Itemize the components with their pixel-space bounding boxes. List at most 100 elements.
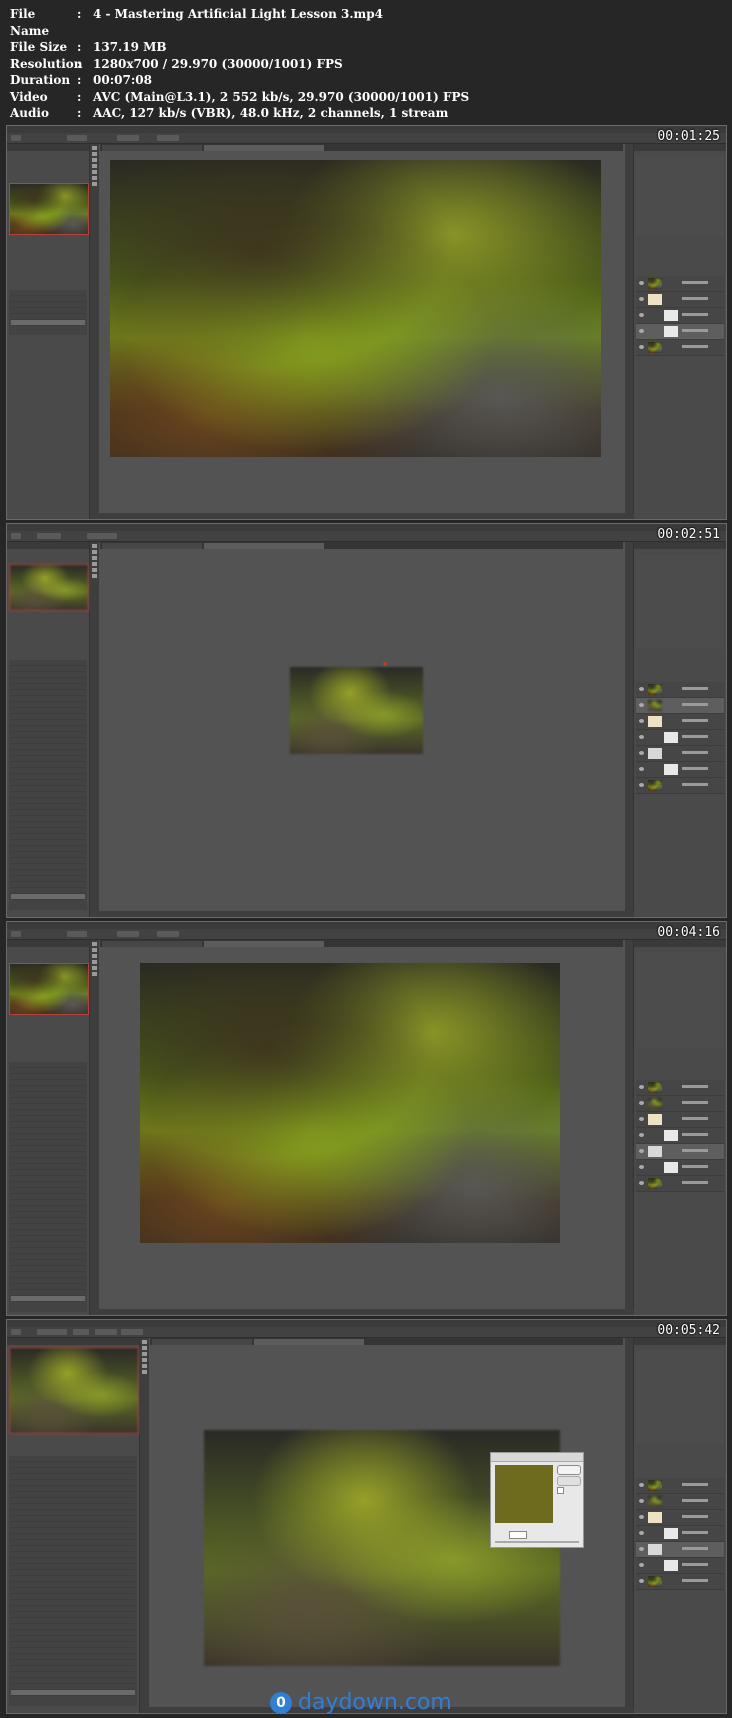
visibility-eye-icon[interactable] (639, 329, 644, 333)
layer-row[interactable] (636, 1558, 724, 1574)
panel-tabs[interactable] (7, 1338, 139, 1345)
eraser-tool-icon[interactable] (92, 568, 97, 572)
eraser-tool-icon[interactable] (142, 1364, 147, 1368)
lasso-tool-icon[interactable] (92, 556, 97, 560)
visibility-eye-icon[interactable] (639, 1181, 644, 1185)
mode-select[interactable] (67, 931, 87, 937)
tool-preset-button[interactable] (11, 931, 21, 937)
zoom-tool-icon[interactable] (142, 1370, 147, 1374)
visibility-eye-icon[interactable] (639, 1101, 644, 1105)
layer-row[interactable] (636, 778, 724, 794)
tool-preset-button[interactable] (11, 135, 21, 141)
document-image[interactable] (140, 963, 560, 1243)
visibility-eye-icon[interactable] (639, 1117, 644, 1121)
layer-row[interactable] (636, 1112, 724, 1128)
visibility-eye-icon[interactable] (639, 345, 644, 349)
zoom-tool-icon[interactable] (92, 182, 97, 186)
document-image[interactable] (290, 667, 423, 754)
navigator-thumbnail[interactable] (9, 564, 89, 611)
visibility-eye-icon[interactable] (639, 1515, 644, 1519)
layer-row-selected[interactable] (636, 698, 724, 714)
layer-row[interactable] (636, 1176, 724, 1192)
layer-row[interactable] (636, 762, 724, 778)
document-tab-active[interactable] (204, 941, 324, 947)
properties-tab[interactable] (634, 940, 726, 947)
marquee-tool-icon[interactable] (142, 1346, 147, 1350)
history-list[interactable] (9, 660, 87, 910)
visibility-eye-icon[interactable] (639, 1563, 644, 1567)
visibility-eye-icon[interactable] (639, 687, 644, 691)
canvas-area[interactable] (100, 550, 623, 911)
history-list[interactable] (9, 290, 87, 335)
menu-bar[interactable] (7, 524, 726, 531)
layer-row-selected[interactable] (636, 1542, 724, 1558)
gradient-tool-icon[interactable] (92, 176, 97, 180)
visibility-eye-icon[interactable] (639, 1499, 644, 1503)
document-tab[interactable] (152, 1339, 252, 1345)
preview-checkbox[interactable] (557, 1487, 564, 1494)
document-image[interactable] (110, 160, 601, 457)
history-list[interactable] (9, 1062, 87, 1312)
layer-row[interactable] (636, 1574, 724, 1590)
layer-row[interactable] (636, 746, 724, 762)
visibility-eye-icon[interactable] (639, 1531, 644, 1535)
layer-row[interactable] (636, 292, 724, 308)
navigator-thumbnail[interactable] (9, 1347, 139, 1434)
panel-tabs[interactable] (7, 542, 89, 549)
properties-tab[interactable] (634, 144, 726, 151)
document-tab-active[interactable] (204, 543, 324, 549)
visibility-eye-icon[interactable] (639, 719, 644, 723)
document-tab[interactable] (102, 941, 202, 947)
history-list[interactable] (9, 1456, 137, 1706)
ok-button[interactable] (557, 1465, 581, 1475)
layer-row[interactable] (636, 308, 724, 324)
visibility-eye-icon[interactable] (639, 1165, 644, 1169)
mode-select[interactable] (67, 135, 87, 141)
move-tool-icon[interactable] (92, 146, 97, 150)
layer-row[interactable] (636, 682, 724, 698)
document-tab-active[interactable] (204, 145, 324, 151)
visibility-eye-icon[interactable] (639, 1547, 644, 1551)
canvas-area[interactable] (150, 1346, 623, 1707)
brush-tool-icon[interactable] (92, 164, 97, 168)
layer-row[interactable] (636, 1160, 724, 1176)
visibility-eye-icon[interactable] (639, 1483, 644, 1487)
fill-screen-button[interactable] (121, 1329, 143, 1335)
document-tab-active[interactable] (254, 1339, 364, 1345)
marquee-tool-icon[interactable] (92, 152, 97, 156)
marquee-tool-icon[interactable] (92, 550, 97, 554)
layer-row[interactable] (636, 1096, 724, 1112)
eraser-tool-icon[interactable] (92, 966, 97, 970)
mode-select[interactable] (37, 533, 61, 539)
layer-row[interactable] (636, 1510, 724, 1526)
lasso-tool-icon[interactable] (142, 1352, 147, 1356)
layer-row[interactable] (636, 714, 724, 730)
visibility-eye-icon[interactable] (639, 783, 644, 787)
layer-row-selected[interactable] (636, 324, 724, 340)
panel-tabs[interactable] (7, 940, 89, 947)
tool-preset-button[interactable] (11, 533, 21, 539)
layer-row[interactable] (636, 276, 724, 292)
marquee-tool-icon[interactable] (92, 948, 97, 952)
brush-tool-icon[interactable] (92, 562, 97, 566)
visibility-eye-icon[interactable] (639, 703, 644, 707)
zoom-tool-icon[interactable] (92, 972, 97, 976)
brush-tool-icon[interactable] (142, 1358, 147, 1362)
brush-tool-icon[interactable] (92, 960, 97, 964)
lasso-tool-icon[interactable] (92, 158, 97, 162)
document-tab[interactable] (102, 145, 202, 151)
layer-row[interactable] (636, 1080, 724, 1096)
lasso-tool-icon[interactable] (92, 954, 97, 958)
visibility-eye-icon[interactable] (639, 1133, 644, 1137)
visibility-eye-icon[interactable] (639, 313, 644, 317)
layer-row[interactable] (636, 730, 724, 746)
history-item-selected[interactable] (11, 1296, 85, 1302)
visibility-eye-icon[interactable] (639, 1579, 644, 1583)
opacity-field[interactable] (117, 135, 139, 141)
visibility-eye-icon[interactable] (639, 1085, 644, 1089)
layer-row-selected[interactable] (636, 1144, 724, 1160)
visibility-eye-icon[interactable] (639, 281, 644, 285)
zoom-percent-field[interactable] (73, 1329, 89, 1335)
cancel-button[interactable] (557, 1476, 581, 1486)
panel-tabs[interactable] (7, 144, 89, 151)
